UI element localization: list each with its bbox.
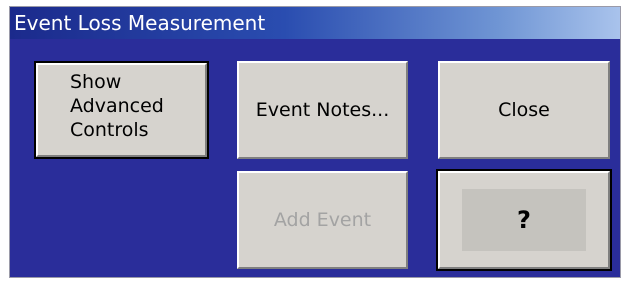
add-event-label: Add Event <box>273 209 372 231</box>
close-button[interactable]: Close <box>438 61 610 159</box>
event-notes-label: Event Notes... <box>255 99 390 121</box>
help-icon: ? <box>462 189 586 251</box>
event-notes-button[interactable]: Event Notes... <box>237 61 408 159</box>
dialog-client-area: Show Advanced Controls Event Notes... Cl… <box>10 39 620 277</box>
show-advanced-controls-button[interactable]: Show Advanced Controls <box>34 61 209 159</box>
help-button[interactable]: ? <box>436 169 612 271</box>
show-advanced-controls-label: Show Advanced Controls <box>70 71 164 141</box>
event-loss-dialog: Event Loss Measurement Show Advanced Con… <box>9 6 621 278</box>
add-event-button[interactable]: Add Event <box>237 171 408 269</box>
dialog-title: Event Loss Measurement <box>10 7 620 39</box>
close-label: Close <box>498 99 550 121</box>
